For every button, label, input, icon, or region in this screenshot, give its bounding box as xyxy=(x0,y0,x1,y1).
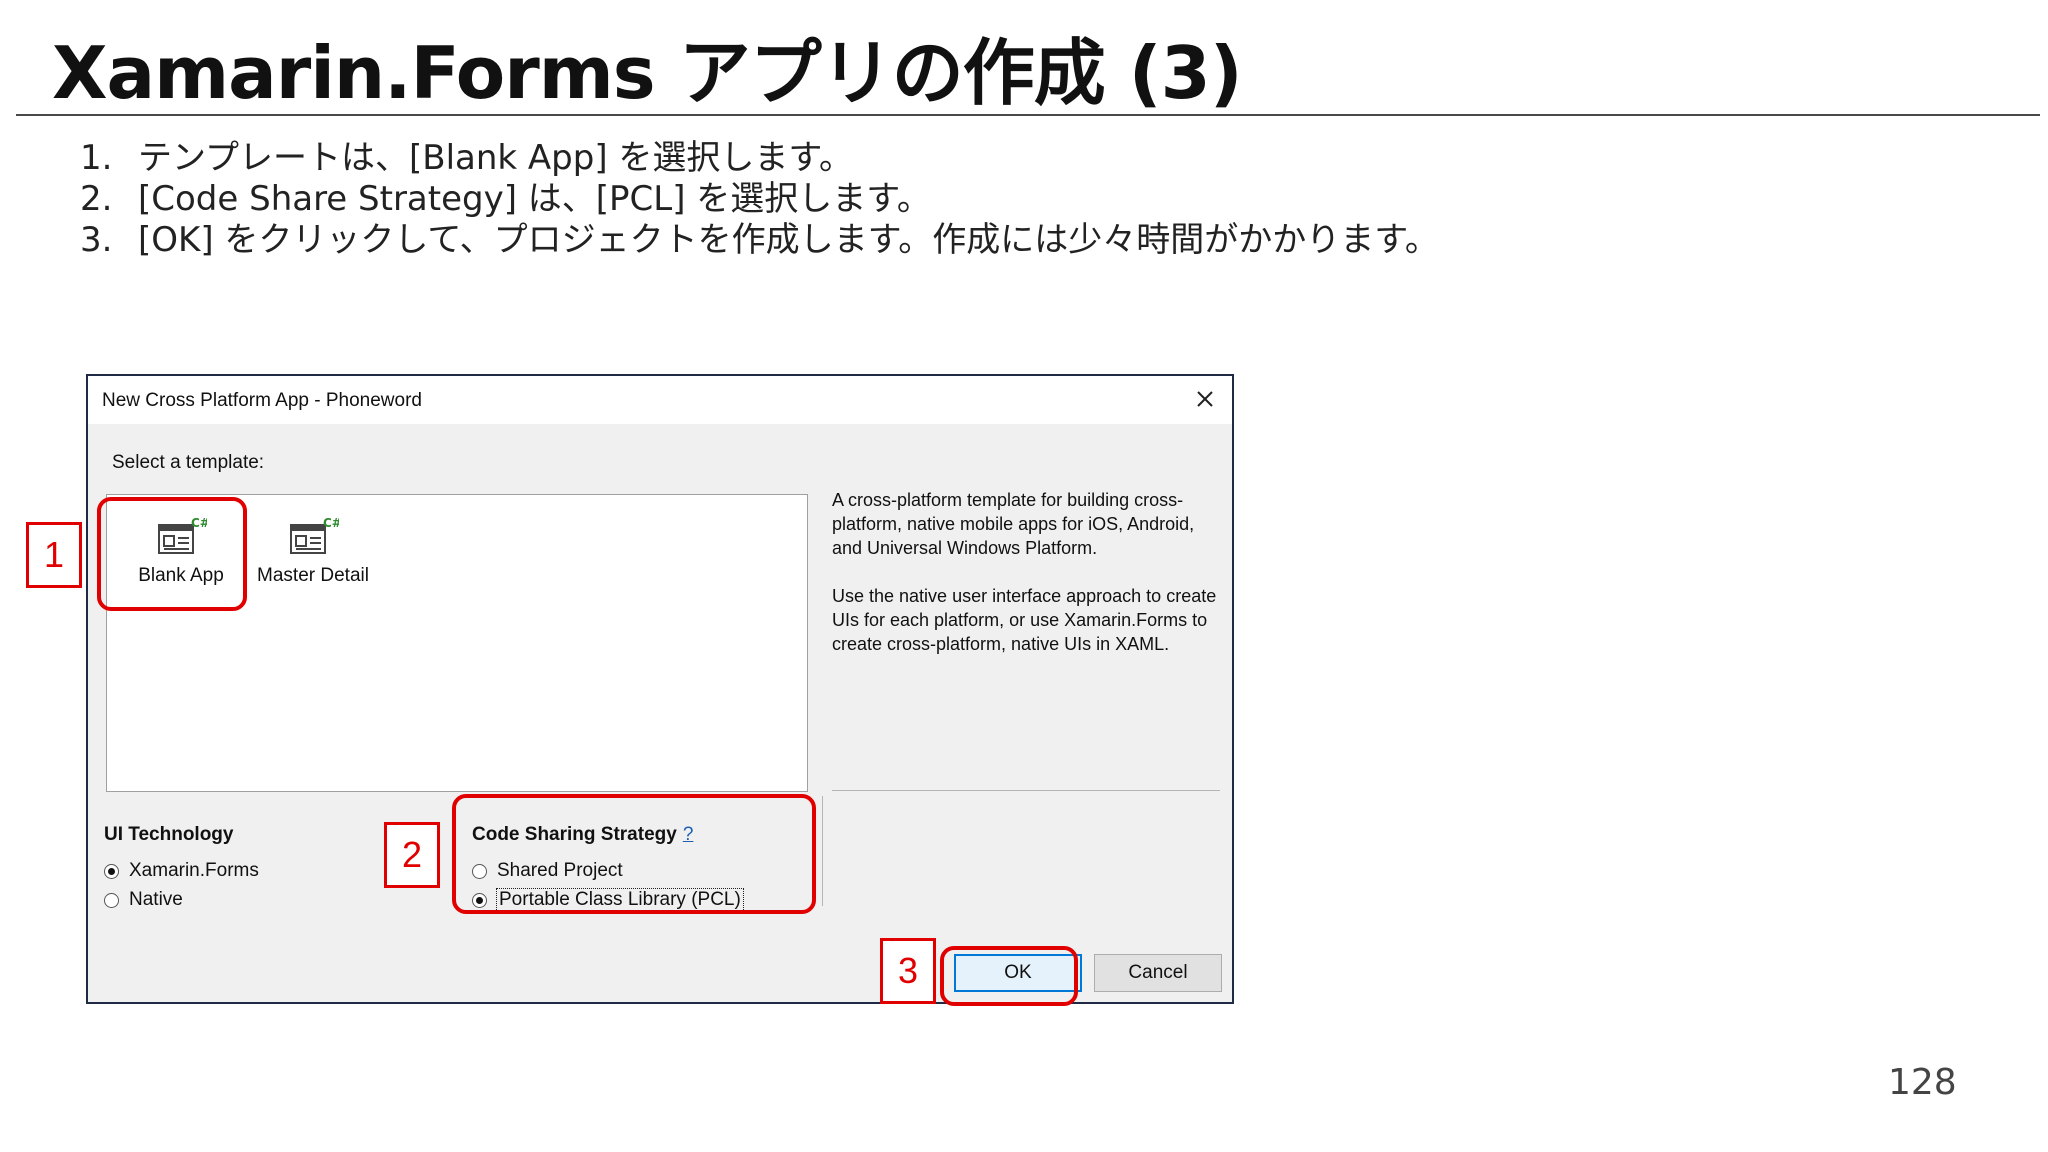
instruction-step: 3. [OK] をクリックして、プロジェクトを作成します。作成には少々時間がかかり… xyxy=(80,220,1439,261)
ui-technology-heading: UI Technology xyxy=(104,824,234,845)
close-icon[interactable] xyxy=(1190,384,1220,414)
radio-button-checked[interactable] xyxy=(104,863,119,879)
dialog-titlebar: New Cross Platform App - Phoneword xyxy=(88,376,1232,424)
step-number: 3. xyxy=(80,220,113,260)
step-text: [Code Share Strategy] は、[PCL] を選択します。 xyxy=(138,179,931,219)
radio-label: Native xyxy=(129,889,183,910)
annotation-badge-2: 2 xyxy=(384,822,440,888)
dialog-title: New Cross Platform App - Phoneword xyxy=(102,390,422,411)
page-number: 128 xyxy=(1888,1062,1957,1103)
template-label: Master Detail xyxy=(257,565,369,586)
radio-button[interactable] xyxy=(104,892,119,908)
step-text: テンプレートは、[Blank App] を選択します。 xyxy=(138,138,853,178)
template-master-detail[interactable]: C# Master Detail xyxy=(253,505,373,587)
step-text: [OK] をクリックして、プロジェクトを作成します。作成には少々時間がかかります… xyxy=(138,220,1439,260)
instruction-list: 1. テンプレートは、[Blank App] を選択します。 2. [Code Sh… xyxy=(80,138,1439,261)
radio-xamarin-forms[interactable]: Xamarin.Forms xyxy=(104,860,259,882)
instruction-step: 1. テンプレートは、[Blank App] を選択します。 xyxy=(80,138,1439,179)
vertical-divider xyxy=(822,796,823,906)
radio-label: Xamarin.Forms xyxy=(129,860,259,881)
radio-native[interactable]: Native xyxy=(104,889,183,911)
csharp-master-detail-icon: C# xyxy=(290,516,339,554)
annotation-badge-1: 1 xyxy=(26,522,82,588)
cancel-button[interactable]: Cancel xyxy=(1094,954,1222,992)
step-number: 1. xyxy=(80,138,113,178)
step-number: 2. xyxy=(80,179,113,219)
select-template-label: Select a template: xyxy=(112,452,265,473)
annotation-badge-3: 3 xyxy=(880,938,936,1004)
highlight-code-sharing xyxy=(452,794,816,914)
slide-title: Xamarin.Forms アプリの作成 (3) xyxy=(52,31,1243,115)
description-divider xyxy=(832,790,1220,791)
highlight-ok-button xyxy=(940,946,1078,1006)
description-paragraph: Use the native user interface approach t… xyxy=(832,586,1217,654)
title-divider xyxy=(16,114,2040,116)
template-description: A cross-platform template for building c… xyxy=(832,488,1222,680)
instruction-step: 2. [Code Share Strategy] は、[PCL] を選択します。 xyxy=(80,179,1439,220)
highlight-blank-app xyxy=(97,497,247,611)
description-paragraph: A cross-platform template for building c… xyxy=(832,490,1195,558)
svg-text:C#: C# xyxy=(323,516,339,530)
